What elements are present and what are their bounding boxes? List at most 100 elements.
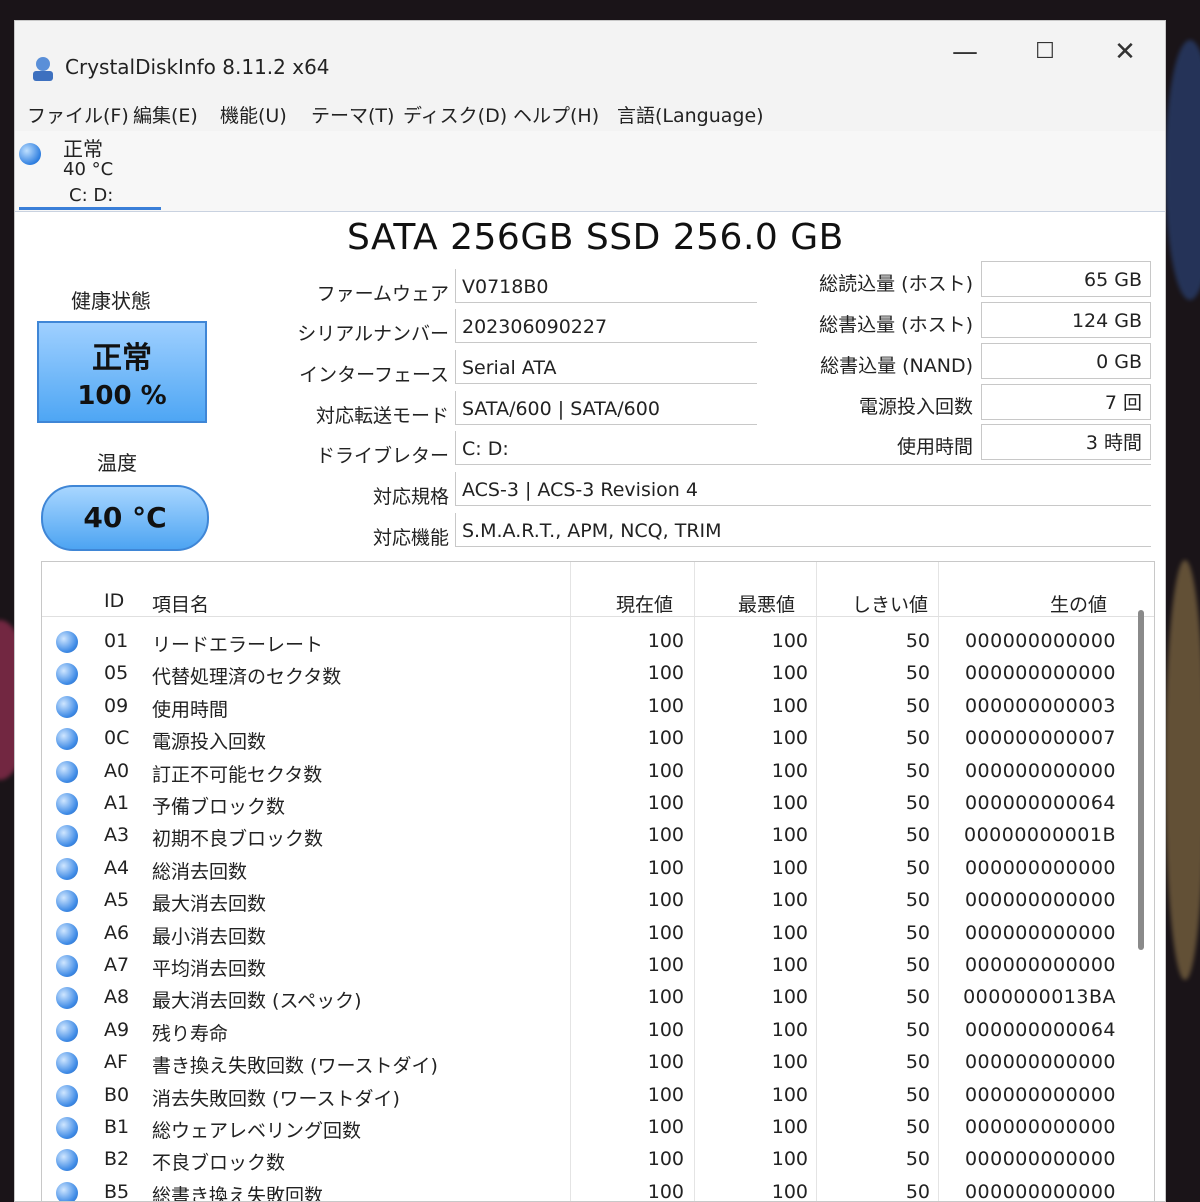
attribute-raw: 000000000000 [964,1116,1116,1138]
table-row[interactable]: A9 残り寿命 100 100 50 000000000064 [42,1015,1122,1047]
attribute-id: AF [104,1051,128,1074]
header-raw[interactable]: 生の値 [1050,590,1107,617]
attribute-threshold: 50 [905,694,930,717]
header-threshold[interactable]: しきい値 [852,590,928,617]
attribute-raw: 000000000000 [964,921,1116,944]
table-row[interactable]: B1 総ウェアレベリング回数 100 100 50 000000000000 [42,1112,1122,1144]
serial-label: シリアルナンバー [297,323,449,345]
menu-theme[interactable]: テーマ(T) [311,101,394,128]
table-row[interactable]: A4 総消去回数 100 100 50 000000000000 [42,853,1122,885]
transfer-mode-label: 対応転送モード [315,405,449,427]
menu-function[interactable]: 機能(U) [220,101,287,128]
attribute-threshold: 50 [905,889,930,912]
attribute-name: 初期不良ブロック数 [152,828,324,851]
attribute-worst: 100 [771,889,808,912]
host-writes-label: 総書込量 (ホスト) [819,314,973,336]
attribute-id: A6 [104,921,130,944]
table-row[interactable]: 0C 電源投入回数 100 100 50 000000000007 [42,723,1122,755]
minimize-button[interactable]: — [935,27,995,77]
attribute-current: 100 [647,694,684,717]
table-row[interactable]: 05 代替処理済のセクタ数 100 100 50 000000000000 [42,658,1122,690]
table-row[interactable]: 01 リードエラーレート 100 100 50 000000000000 [42,626,1122,658]
attribute-name: 消去失敗回数 (ワーストダイ) [152,1087,400,1110]
smart-table[interactable]: ID 項目名 現在値 最悪値 しきい値 生の値 01 リードエラーレート 100… [41,561,1155,1202]
attribute-name: 総ウェアレベリング回数 [152,1120,362,1142]
attribute-current: 100 [647,889,684,912]
background-glow [1165,560,1200,980]
table-row[interactable]: A0 訂正不可能セクタ数 100 100 50 000000000000 [42,756,1122,788]
attribute-status-icon [56,922,78,945]
attribute-raw: 000000000000 [964,889,1116,912]
attribute-current: 100 [647,1116,684,1138]
table-row[interactable]: B5 総書き換え失敗回数 100 100 50 000000000000 [42,1177,1122,1202]
attribute-threshold: 50 [905,1148,930,1171]
health-status-box[interactable]: 正常 100 % [37,321,207,423]
drive-model: SATA 256GB SSD 256.0 GB [347,217,844,258]
menu-disk[interactable]: ディスク(D) [403,101,507,128]
attribute-worst: 100 [771,662,808,685]
drive-tab-selected-indicator [19,207,161,210]
background-glow [1165,40,1200,300]
menu-language[interactable]: 言語(Language) [617,101,764,128]
header-name[interactable]: 項目名 [152,590,209,617]
drive-letter-label: ドライブレター [315,445,449,467]
attribute-raw: 000000000000 [964,1148,1116,1171]
attribute-worst: 100 [771,1180,808,1202]
power-on-hours-label: 使用時間 [896,436,973,458]
header-worst[interactable]: 最悪値 [738,590,795,617]
attribute-id: A7 [104,954,130,976]
table-row[interactable]: B0 消去失敗回数 (ワーストダイ) 100 100 50 0000000000… [42,1080,1122,1112]
drive-tab-temp: 40 °C [63,159,114,180]
maximize-button[interactable]: ☐ [1015,27,1075,77]
temperature-box[interactable]: 40 °C [41,485,209,551]
table-row[interactable]: 09 使用時間 100 100 50 000000000003 [42,691,1122,723]
close-button[interactable]: ✕ [1095,27,1155,77]
attribute-current: 100 [647,1051,684,1074]
host-reads-value: 65 GB [981,261,1151,297]
attribute-worst: 100 [771,1051,808,1074]
attribute-current: 100 [647,792,684,814]
interface-value: Serial ATA [455,350,757,384]
attribute-id: 0C [104,727,130,750]
header-current[interactable]: 現在値 [616,590,673,617]
attribute-id: B1 [104,1116,130,1138]
table-row[interactable]: A1 予備ブロック数 100 100 50 000000000064 [42,788,1122,820]
attribute-current: 100 [647,986,684,1009]
table-row[interactable]: A8 最大消去回数 (スペック) 100 100 50 0000000013BA [42,982,1122,1014]
temperature-label: 温度 [97,451,137,475]
attribute-id: 05 [104,662,129,685]
attribute-threshold: 50 [905,824,930,847]
table-row[interactable]: A3 初期不良ブロック数 100 100 50 00000000001B [42,820,1122,852]
health-percent: 100 % [77,381,167,411]
attribute-status-icon [56,1149,78,1172]
features-value: S.M.A.R.T., APM, NCQ, TRIM [455,513,1151,547]
menu-file[interactable]: ファイル(F) [27,101,129,128]
attribute-threshold: 50 [905,1116,930,1138]
attribute-status-icon [56,631,78,653]
table-row[interactable]: AF 書き換え失敗回数 (ワーストダイ) 100 100 50 00000000… [42,1047,1122,1079]
attribute-id: B0 [104,1083,130,1106]
table-row[interactable]: B2 不良ブロック数 100 100 50 000000000000 [42,1144,1122,1176]
attribute-status-icon [56,663,78,686]
attribute-name: 総消去回数 [152,860,248,883]
attribute-name: 電源投入回数 [152,731,267,754]
attribute-raw: 000000000064 [964,1018,1116,1041]
attribute-current: 100 [647,856,684,879]
scrollbar[interactable] [1138,610,1144,950]
smart-table-header: ID 項目名 現在値 最悪値 しきい値 生の値 [42,562,1154,617]
attribute-threshold: 50 [905,856,930,879]
table-row[interactable]: A5 最大消去回数 100 100 50 000000000000 [42,885,1122,917]
table-row[interactable]: A7 平均消去回数 100 100 50 000000000000 [42,950,1122,982]
power-on-count-label: 電源投入回数 [858,396,973,418]
attribute-status-icon [56,987,78,1010]
attribute-id: A3 [104,824,130,847]
table-row[interactable]: A6 最小消去回数 100 100 50 000000000000 [42,918,1122,950]
header-id[interactable]: ID [104,590,124,612]
attribute-name: 総書き換え失敗回数 [152,1184,324,1202]
attribute-threshold: 50 [905,921,930,944]
attribute-status-icon [56,695,78,718]
menu-help[interactable]: ヘルプ(H) [513,101,599,128]
attribute-id: A4 [104,856,130,879]
attribute-name: 書き換え失敗回数 (ワーストダイ) [152,1055,438,1078]
menu-edit[interactable]: 編集(E) [133,101,198,128]
